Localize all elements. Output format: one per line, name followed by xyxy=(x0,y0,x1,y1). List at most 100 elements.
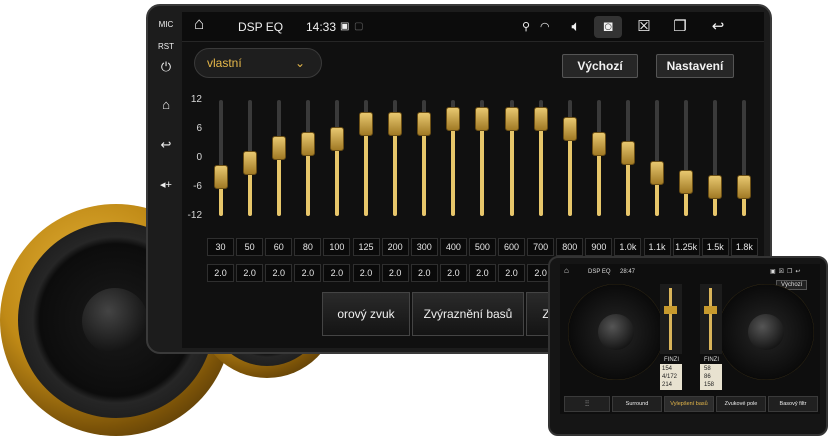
eq-slider-track[interactable] xyxy=(596,100,601,216)
mic-label: MIC xyxy=(158,20,174,29)
screenshot-icon[interactable]: ◙ xyxy=(594,16,622,38)
eq-slider-knob[interactable] xyxy=(300,131,315,156)
volume-up-icon[interactable]: ◂+ xyxy=(156,178,176,192)
reset-button[interactable]: RST xyxy=(156,40,176,54)
q-value-cell[interactable]: 2.0 xyxy=(468,264,496,282)
power-icon[interactable]: ⏻ xyxy=(156,60,176,74)
eq-slider-track[interactable] xyxy=(218,100,223,216)
eq-slider-knob[interactable] xyxy=(359,112,374,137)
inset-right-values: 58 86 158 xyxy=(700,364,722,390)
frequency-cell[interactable]: 700 xyxy=(527,238,555,256)
frequency-cell[interactable]: 50 xyxy=(236,238,264,256)
frequency-cell[interactable]: 125 xyxy=(352,238,380,256)
eq-slider-knob[interactable] xyxy=(708,175,723,199)
inset-speaker-right xyxy=(718,284,814,380)
q-value-cell[interactable]: 2.0 xyxy=(381,264,409,282)
frequency-cell[interactable]: 900 xyxy=(585,238,613,256)
inset-surround-button[interactable]: Surround xyxy=(612,396,662,412)
q-value-cell[interactable]: 2.0 xyxy=(236,264,264,282)
q-value-cell[interactable]: 2.0 xyxy=(207,264,235,282)
eq-slider-knob[interactable] xyxy=(271,136,286,161)
back-icon[interactable]: ↩ xyxy=(704,16,732,38)
eq-slider-knob[interactable] xyxy=(388,112,403,137)
surround-mode-button[interactable]: orový zvuk xyxy=(322,292,410,336)
clock: 14:33 xyxy=(306,20,337,34)
frequency-cell[interactable]: 100 xyxy=(323,238,351,256)
recent-apps-icon[interactable]: ❐ xyxy=(666,16,694,38)
eq-slider-track[interactable] xyxy=(655,100,660,216)
default-button[interactable]: Výchozí xyxy=(562,54,638,78)
eq-slider-knob[interactable] xyxy=(504,107,519,132)
inset-fader-right-label: FINZI xyxy=(704,357,719,363)
q-value-cell[interactable]: 2.0 xyxy=(439,264,467,282)
location-icon: ⚲ xyxy=(522,21,531,33)
frequency-cell[interactable]: 500 xyxy=(468,238,496,256)
inset-sound-field-button[interactable]: Zvukové pole xyxy=(716,396,766,412)
back-icon[interactable]: ↩ xyxy=(156,138,176,152)
y-tick-label: 6 xyxy=(196,123,202,134)
eq-slider-knob[interactable] xyxy=(620,141,635,166)
q-value-cell[interactable]: 2.0 xyxy=(265,264,293,282)
inset-bass-boost-button[interactable]: Vylepšení basů xyxy=(664,396,714,412)
preset-dropdown[interactable]: vlastní ⌄ xyxy=(194,48,322,78)
app-title: DSP EQ xyxy=(238,20,284,34)
inset-fader-left-label: FINZI xyxy=(664,357,679,363)
wifi-icon: ◠ xyxy=(540,21,550,33)
home-icon[interactable]: ⌂ xyxy=(156,98,176,112)
inset-title: DSP EQ xyxy=(588,269,611,275)
inset-fader-left[interactable] xyxy=(660,284,682,354)
y-tick-label: 12 xyxy=(190,94,202,105)
q-value-cell[interactable]: 2.0 xyxy=(352,264,380,282)
y-tick-label: -12 xyxy=(187,210,202,221)
eq-slider-knob[interactable] xyxy=(737,175,752,199)
eq-slider-knob[interactable] xyxy=(562,117,577,141)
frequency-cell[interactable]: 1.25k xyxy=(672,238,700,256)
frequency-cell[interactable]: 600 xyxy=(498,238,526,256)
frequency-cell[interactable]: 80 xyxy=(294,238,322,256)
q-value-cell[interactable]: 2.0 xyxy=(294,264,322,282)
eq-slider-track[interactable] xyxy=(684,100,689,216)
inset-bass-filter-button[interactable]: Basový filtr xyxy=(768,396,818,412)
inset-screen: ⌂ DSP EQ 28:47 ▣☒❐↩ Výchozí FINZI FINZI … xyxy=(560,264,820,414)
frequency-cell[interactable]: 200 xyxy=(381,238,409,256)
volume-icon[interactable]: 🔈︎ xyxy=(562,16,590,38)
frequency-cell[interactable]: 1.8k xyxy=(730,238,758,256)
inset-eq-icon[interactable]: ⫶⫶ xyxy=(564,396,610,412)
inset-speaker-left xyxy=(568,284,664,380)
frequency-cell[interactable]: 60 xyxy=(265,238,293,256)
eq-slider-knob[interactable] xyxy=(242,150,257,175)
home-icon[interactable]: ⌂ xyxy=(194,15,204,33)
eq-slider-track[interactable] xyxy=(305,100,310,216)
inset-fader-right[interactable] xyxy=(700,284,722,354)
eq-slider-track[interactable] xyxy=(334,100,339,216)
chevron-down-icon: ⌄ xyxy=(294,56,305,70)
eq-slider-knob[interactable] xyxy=(650,160,665,185)
eq-slider-knob[interactable] xyxy=(533,107,548,132)
frequency-cell[interactable]: 400 xyxy=(439,238,467,256)
close-window-icon[interactable]: ☒ xyxy=(630,16,658,38)
settings-button[interactable]: Nastavení xyxy=(656,54,734,78)
q-value-cell[interactable]: 2.0 xyxy=(323,264,351,282)
frequency-cell[interactable]: 300 xyxy=(410,238,438,256)
q-value-cell[interactable]: 2.0 xyxy=(498,264,526,282)
inset-clock: 28:47 xyxy=(620,269,636,275)
eq-slider-knob[interactable] xyxy=(446,107,461,132)
eq-slider-knob[interactable] xyxy=(591,131,606,156)
frequency-cell[interactable]: 1.1k xyxy=(643,238,671,256)
frequency-cell[interactable]: 1.0k xyxy=(614,238,642,256)
frequency-cell[interactable]: 800 xyxy=(556,238,584,256)
inset-left-values: 154 4/172 214 xyxy=(660,364,682,390)
eq-slider-knob[interactable] xyxy=(213,165,228,190)
eq-slider-knob[interactable] xyxy=(679,170,694,195)
eq-slider-knob[interactable] xyxy=(475,107,490,132)
q-value-cell[interactable]: 2.0 xyxy=(410,264,438,282)
bass-boost-mode-button[interactable]: Zvýraznění basů xyxy=(412,292,524,336)
inset-home-icon[interactable]: ⌂ xyxy=(564,267,569,275)
eq-slider-knob[interactable] xyxy=(329,126,344,151)
frequency-cell[interactable]: 30 xyxy=(207,238,235,256)
preset-value: vlastní xyxy=(207,56,242,70)
frequency-cell[interactable]: 1.5k xyxy=(701,238,729,256)
inset-device: ⌂ DSP EQ 28:47 ▣☒❐↩ Výchozí FINZI FINZI … xyxy=(548,256,828,436)
eq-slider-knob[interactable] xyxy=(417,112,432,137)
y-tick-label: -6 xyxy=(193,181,202,192)
